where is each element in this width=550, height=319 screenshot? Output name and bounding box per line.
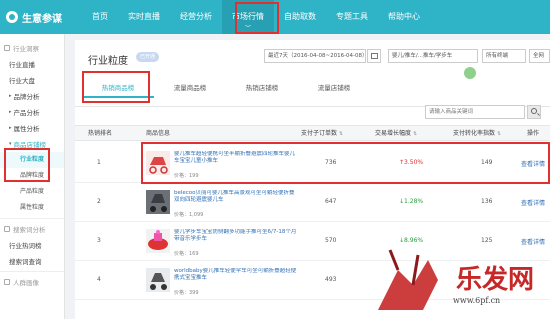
industry-icon bbox=[4, 45, 10, 51]
status-badge: 已开通 bbox=[136, 52, 160, 62]
rank-value: 4 bbox=[97, 276, 101, 283]
sidebar-item-label: 品牌分析 bbox=[13, 93, 40, 101]
product-price: 价格：169 bbox=[174, 251, 199, 257]
conversion-value: 136 bbox=[481, 198, 493, 205]
highlight-box-sidebar bbox=[4, 148, 50, 182]
sort-icon: ⇅ bbox=[496, 131, 502, 137]
calendar-icon bbox=[371, 53, 378, 59]
caret-right-icon: ▸ bbox=[9, 109, 12, 115]
product-thumbnail[interactable] bbox=[146, 268, 170, 292]
sidebar-group-label: 行业洞察 bbox=[13, 45, 39, 53]
title-row: 行业粒度 已开通 最近7天（2016-04-08~2016-04-08） 婴儿/… bbox=[75, 40, 550, 70]
caret-right-icon: ▸ bbox=[9, 93, 12, 99]
calendar-button[interactable] bbox=[367, 49, 381, 63]
category-select[interactable]: 婴儿/推车/...推车/学步车 bbox=[388, 49, 478, 63]
sidebar-group-label: 人群画像 bbox=[13, 279, 39, 287]
orders-value: 493 bbox=[325, 276, 337, 283]
search-input[interactable] bbox=[425, 105, 525, 119]
sidebar-group-persona: 人群画像 bbox=[0, 274, 64, 290]
orders-value: 647 bbox=[325, 198, 337, 205]
col-growth-label: 交易增长幅度 bbox=[375, 130, 412, 137]
product-name-link[interactable]: worldbaby婴儿推车轻便伞车可坐可躺折叠超轻便携式宝宝推车 bbox=[174, 268, 299, 282]
terminal-select[interactable]: 所有终端 bbox=[482, 49, 526, 63]
tab-hot-shops[interactable]: 热销店铺榜 bbox=[226, 78, 298, 98]
ranking-tabs: 热销商品榜 流量商品榜 热销店铺榜 流量店铺榜 bbox=[82, 78, 550, 98]
product-price: 价格：399 bbox=[174, 290, 199, 296]
watermark-text: 乐发网 bbox=[456, 264, 534, 295]
product-thumbnail[interactable] bbox=[146, 229, 170, 253]
sidebar-item-label: 产品分析 bbox=[13, 109, 40, 117]
sidebar-item-label: 属性分析 bbox=[13, 125, 40, 133]
sidebar-item-product[interactable]: ▸ 产品分析 bbox=[0, 104, 64, 120]
product-thumbnail[interactable] bbox=[146, 190, 170, 214]
page-title: 行业粒度 bbox=[88, 56, 128, 67]
product-name-link[interactable]: 婴儿学步车宝宝防侧翻多功能手推可坐6/7-18个月带音乐学步车 bbox=[174, 229, 299, 243]
sidebar-item-label: 行业直播 bbox=[9, 61, 35, 69]
nav-realtime[interactable]: 实时直播 bbox=[118, 0, 170, 34]
col-conversion[interactable]: 支付转化率指数 ⇅ bbox=[453, 126, 501, 142]
nav-help[interactable]: 帮助中心 bbox=[378, 0, 430, 34]
sidebar-item-label: 搜索词查询 bbox=[9, 258, 42, 266]
persona-icon bbox=[4, 279, 10, 285]
sidebar-item-live[interactable]: 行业直播 bbox=[0, 56, 64, 72]
sidebar-sub-product[interactable]: 产品粒度 bbox=[0, 184, 64, 200]
sidebar-group-search: 搜索词分析 bbox=[0, 221, 64, 237]
orders-value: 570 bbox=[325, 237, 337, 244]
rank-value: 3 bbox=[97, 237, 101, 244]
app-title: 生意参谋 bbox=[22, 13, 62, 25]
sidebar-divider bbox=[0, 271, 64, 272]
sort-icon: ⇅ bbox=[338, 131, 344, 137]
growth-value-text: 1.28% bbox=[404, 198, 424, 205]
col-product: 商品信息 bbox=[146, 130, 171, 137]
watermark-url: www.6pf.cn bbox=[453, 296, 501, 305]
sidebar-item-hotwords[interactable]: 行业热词榜 bbox=[0, 237, 64, 253]
col-growth[interactable]: 交易增长幅度 ⇅ bbox=[375, 126, 417, 142]
highlight-box-row bbox=[141, 142, 550, 184]
nav-tools[interactable]: 专题工具 bbox=[326, 0, 378, 34]
sidebar-divider bbox=[0, 218, 64, 219]
col-action: 操作 bbox=[527, 130, 540, 137]
date-range-select[interactable]: 最近7天（2016-04-08~2016-04-08） bbox=[264, 49, 366, 63]
table-header: 热销排名 商品信息 支付子订单数 ⇅ 交易增长幅度 ⇅ 支付转化率指数 ⇅ 操作 bbox=[75, 125, 550, 141]
nav-self-service[interactable]: 自助取数 bbox=[274, 0, 326, 34]
search-icon bbox=[531, 108, 537, 114]
sidebar-item-keyword-query[interactable]: 搜索词查询 bbox=[0, 253, 64, 269]
caret-right-icon: ▸ bbox=[9, 125, 12, 131]
logo-icon bbox=[6, 11, 18, 23]
sort-icon: ⇅ bbox=[412, 131, 418, 137]
sidebar-item-attribute[interactable]: ▸ 属性分析 bbox=[0, 120, 64, 136]
tab-traffic-shops[interactable]: 流量店铺榜 bbox=[298, 78, 370, 98]
search-button[interactable] bbox=[527, 105, 541, 119]
app-logo[interactable]: 生意参谋 bbox=[0, 10, 82, 25]
view-detail-link[interactable]: 查看详情 bbox=[521, 198, 545, 207]
product-name-link[interactable]: belecoo贝丽可婴儿推车高景观可坐可躺轻便折叠双向四轮避震婴儿车 bbox=[174, 190, 299, 204]
col-orders-label: 支付子订单数 bbox=[301, 130, 338, 137]
col-orders[interactable]: 支付子订单数 ⇅ bbox=[301, 126, 343, 142]
tab-traffic-products[interactable]: 流量商品榜 bbox=[154, 78, 226, 98]
watermark-logo: 乐发网 bbox=[378, 249, 534, 310]
nav-home[interactable]: 首页 bbox=[82, 0, 118, 34]
sidebar-sub-attribute[interactable]: 属性粒度 bbox=[0, 200, 64, 216]
sidebar-item-label: 行业大盘 bbox=[9, 77, 35, 85]
rank-value: 1 bbox=[97, 159, 101, 166]
sidebar-item-label: 行业热词榜 bbox=[9, 242, 42, 250]
sidebar-item-brand[interactable]: ▸ 品牌分析 bbox=[0, 88, 64, 104]
col-conversion-label: 支付转化率指数 bbox=[453, 130, 496, 137]
sidebar-group-label: 搜索词分析 bbox=[13, 226, 46, 234]
search-analysis-icon bbox=[4, 226, 10, 232]
all-network-select[interactable]: 全网 bbox=[529, 49, 550, 63]
rank-value: 2 bbox=[97, 198, 101, 205]
caret-down-icon: ▾ bbox=[9, 141, 12, 147]
highlight-box-nav bbox=[235, 2, 279, 34]
col-rank: 热销排名 bbox=[88, 130, 113, 137]
growth-value: ↓1.28% bbox=[399, 198, 423, 205]
product-price: 价格：1,099 bbox=[174, 212, 204, 218]
sidebar-group-industry: 行业洞察 bbox=[0, 40, 64, 56]
table-row: 2 belecoo贝丽可婴儿推车高景观可坐可躺轻便折叠双向四轮避震婴儿车 价格：… bbox=[75, 184, 550, 222]
highlight-box-tab bbox=[82, 71, 150, 103]
nav-operation-analysis[interactable]: 经营分析 bbox=[170, 0, 222, 34]
sidebar-item-market[interactable]: 行业大盘 bbox=[0, 72, 64, 88]
